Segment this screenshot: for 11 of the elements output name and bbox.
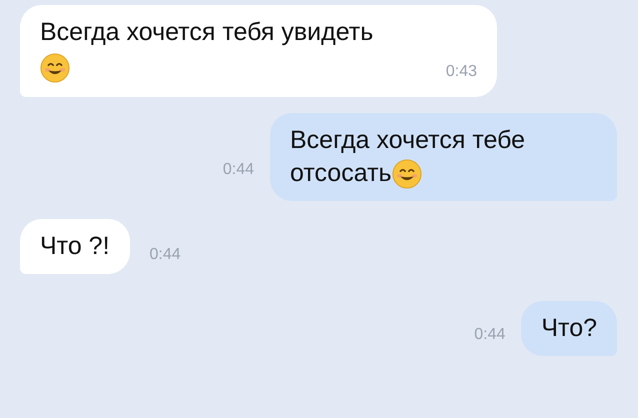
smiling-face-icon xyxy=(40,53,70,83)
message-text: Всегда хочется тебя увидеть xyxy=(40,17,374,48)
message-time: 0:44 xyxy=(222,161,254,179)
message-text: Всегда хочется тебе xyxy=(290,125,526,156)
message-time: 0:44 xyxy=(150,246,181,264)
message-time: 0:44 xyxy=(474,326,506,344)
message-text: отсосать xyxy=(290,158,392,189)
message-text: Что? xyxy=(541,313,597,344)
message-text: Что ?! xyxy=(40,231,110,262)
smiling-face-icon xyxy=(392,158,422,188)
message-time: 0:43 xyxy=(446,63,477,81)
